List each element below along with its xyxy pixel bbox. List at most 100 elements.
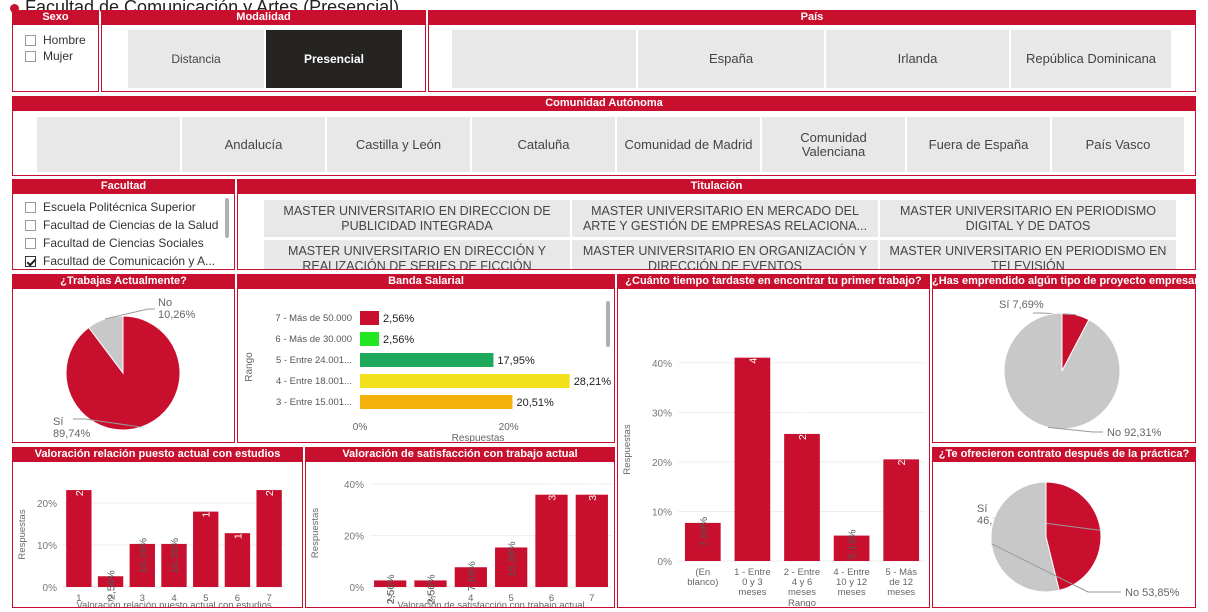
x-tick-label: meses [738,587,766,598]
pais-option-blank[interactable] [452,30,636,88]
emprendido-panel: Sí 7,69% No 92,31% [932,288,1196,443]
titulacion-option[interactable]: MASTER UNIVERSITARIO EN MERCADO DEL ARTE… [572,200,878,237]
checkbox-checked-icon [25,255,36,267]
contrato-panel: Sí46,15%No 53,85% [932,461,1196,608]
contrato-pie-chart: Sí46,15%No 53,85% [977,481,1180,599]
satisfaccion-panel: 0% 20% 40% Respuestas 2,56% 2 2,56% 3 7,69% 4 15,3… [305,461,615,608]
tiempo-bar-chart: 0%10%20%30%40%Respuestas7,69%(Enblanco)4… [622,328,926,607]
titulacion-option[interactable]: MASTER UNIVERSITARIO EN DIRECCIÓN Y REAL… [264,240,570,269]
x-tick-label: 7 [589,593,594,604]
trabajas-pie-chart: Sí89,74% No10,26% [53,297,196,440]
comunidad-option-madrid[interactable]: Comunidad de Madrid [617,117,760,172]
y-tick-label: 40% [344,480,364,491]
comunidad-option-cataluna[interactable]: Cataluña [472,117,615,172]
titulacion-option[interactable]: MASTER UNIVERSITARIO EN PERIODISMO EN TE… [880,240,1176,269]
facultad-panel: Escuela Politécnica Superior Facultad de… [12,193,235,270]
emprendido-header: ¿Has emprendido algún tipo de proyecto e… [932,274,1196,288]
banda-panel: Rango 7 - Más de 50.000 2,56% 6 - Más de 30… [237,288,615,443]
tiempo-header: ¿Cuánto tiempo tardaste en encontrar tu … [617,274,930,288]
checkbox-icon [25,219,36,231]
comunidad-option-blank[interactable] [37,117,180,172]
y-axis-title: Rango [244,352,255,382]
bar-value-label: 23,08% [74,462,86,496]
tiempo-panel: 0% 10% 20% 30% 40% Respuestas 7,69% (En blanco) 4… [617,288,930,608]
y-axis-title: Respuestas [310,508,321,558]
x-tick-label: blanco) [687,577,718,588]
pais-option-irlanda[interactable]: Irlanda [826,30,1009,88]
sexo-option-mujer[interactable]: Mujer [25,48,73,64]
comunidad-panel: Andalucía Castilla y León Cataluña Comun… [12,110,1196,176]
contrato-header: ¿Te ofrecieron contrato después de la pr… [932,447,1196,461]
trabajas-header: ¿Trabajas Actualmente? [12,274,235,288]
facultad-option-label: Escuela Politécnica Superior [43,200,196,214]
satisfaccion-header: Valoración de satisfacción con trabajo a… [305,447,615,461]
comunidad-option-fuera[interactable]: Fuera de España [907,117,1050,172]
bar [360,353,494,367]
comunidad-option-castilla-leon[interactable]: Castilla y León [327,117,470,172]
bar-value-label: 35,90% [587,465,599,501]
chart-scrollbar[interactable] [606,301,610,347]
bar [66,490,92,587]
pais-option-republica-dominicana[interactable]: República Dominicana [1011,30,1171,88]
x-tick-label: 20% [499,422,519,433]
bar [360,395,513,409]
checkbox-icon [25,237,36,249]
bar-category-label: 6 - Más de 30.000 [275,334,352,345]
bar-value-label: 5,13% [847,530,859,560]
titulacion-option[interactable]: MASTER UNIVERSITARIO EN DIRECCION DE PUB… [264,200,570,237]
pais-option-espana[interactable]: España [638,30,824,88]
bar [256,490,282,587]
x-axis-title: Respuestas [452,433,505,442]
comunidad-option-andalucia[interactable]: Andalucía [182,117,325,172]
bar [535,494,568,587]
bar-value-label: 7,69% [698,517,710,547]
bar-value-label: 28,21% [574,376,612,388]
modalidad-option-distancia[interactable]: Distancia [128,30,264,88]
x-axis-title: Valoración de satisfacción con trabajo a… [397,600,584,607]
sexo-option-hombre[interactable]: Hombre [25,32,86,48]
relacion-bar-chart: 0%10%20%Respuestas23,08%1 2,56%210,26%310… [17,462,285,607]
bar [575,494,608,587]
sexo-panel: Hombre Mujer [12,24,99,92]
facultad-option[interactable]: Facultad de Ciencias de la Salud [25,217,225,233]
bar-category-label: 3 - Entre 15.001... [276,397,352,408]
facultad-option[interactable]: Facultad de Ciencias Sociales [25,235,225,251]
x-tick-label: meses [838,587,866,598]
comunidad-option-pais-vasco[interactable]: País Vasco [1052,117,1184,172]
titulacion-option[interactable]: MASTER UNIVERSITARIO EN PERIODISMO DIGIT… [880,200,1176,237]
pais-header: País [428,10,1196,24]
banda-header: Banda Salarial [237,274,615,288]
modalidad-option-presencial[interactable]: Presencial [266,30,402,88]
x-tick-label: meses [887,587,915,598]
facultad-scrollbar[interactable] [225,198,229,238]
x-tick-label: meses [788,587,816,598]
bar-category-label: 5 - Entre 24.001... [276,355,352,366]
sexo-option-label: Mujer [43,49,74,63]
y-tick-label: 20% [37,499,57,510]
pais-panel: España Irlanda República Dominicana [428,24,1196,92]
facultad-option-label: Facultad de Ciencias de la Salud [43,218,219,232]
bar-value-label: 20,51% [516,397,554,409]
pie-slice-no [1003,312,1121,430]
sexo-option-label: Hombre [43,33,86,47]
y-tick-label: 0% [658,557,673,568]
bar [224,533,251,587]
pie-leader-line [1048,426,1103,433]
comunidad-option-valenciana[interactable]: Comunidad Valenciana [762,117,905,172]
banda-bar-chart: Rango 7 - Más de 50.000 2,56% 6 - Más de 30… [244,301,612,442]
facultad-option[interactable]: Escuela Politécnica Superior [25,199,225,215]
bar-value-label: 20,51% [896,430,908,466]
facultad-option-selected[interactable]: Facultad de Comunicación y A... [25,253,227,269]
pie-label: Sí 7,69% [999,299,1044,311]
pie-label: Sí [53,416,63,428]
bar [784,433,820,561]
pie-label: No [158,297,172,309]
y-tick-label: 20% [344,532,364,543]
titulacion-option[interactable]: MASTER UNIVERSITARIO EN ORGANIZACIÓN Y D… [572,240,878,269]
modalidad-panel: Distancia Presencial [101,24,426,92]
pie-label: No 92,31% [1107,427,1162,439]
bar [883,459,920,561]
bar [360,374,570,388]
y-axis-title: Respuestas [17,509,28,559]
bar [734,357,771,561]
